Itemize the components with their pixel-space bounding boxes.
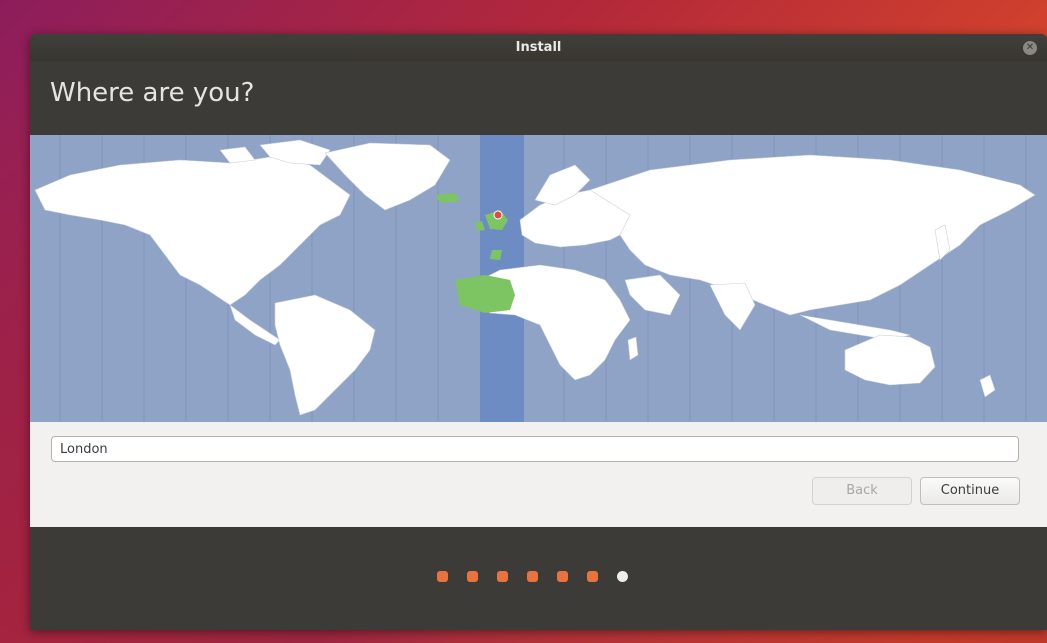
world-map-graphic [34, 135, 1036, 422]
installer-window: Install ✕ Where are you? London Back Con… [30, 34, 1047, 630]
step-dot-current [617, 571, 628, 582]
close-icon[interactable]: ✕ [1023, 41, 1037, 55]
location-input[interactable] [51, 436, 1019, 462]
timezone-map[interactable] [30, 135, 1047, 422]
step-indicator [437, 571, 628, 582]
page-title: Where are you? [50, 78, 255, 108]
window-title: Install [515, 40, 562, 55]
back-button[interactable]: Back [812, 477, 912, 505]
step-dot-6 [587, 571, 598, 582]
continents [34, 139, 1036, 416]
step-dot-1 [437, 571, 448, 582]
title-bar: Install ✕ [30, 34, 1047, 61]
page-header: Where are you? [30, 61, 1047, 135]
progress-footer [30, 527, 1047, 630]
continue-button[interactable]: Continue [920, 477, 1020, 505]
step-dot-5 [557, 571, 568, 582]
location-form: Back Continue [30, 422, 1047, 527]
step-dot-4 [527, 571, 538, 582]
step-dot-3 [497, 571, 508, 582]
location-pin-icon [493, 210, 503, 220]
step-dot-2 [467, 571, 478, 582]
